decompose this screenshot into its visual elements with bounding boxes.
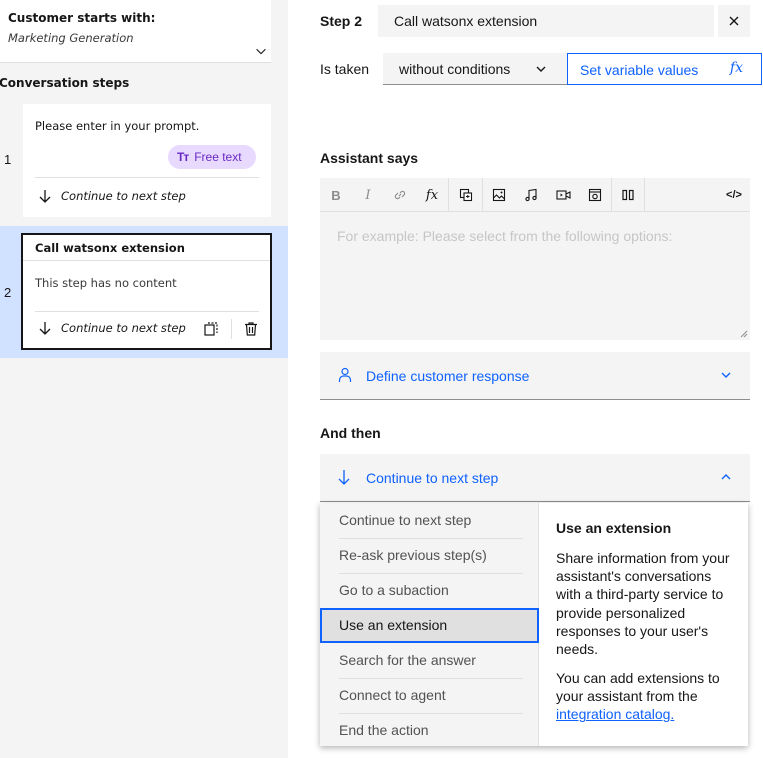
image-button[interactable] bbox=[483, 178, 515, 212]
menu-list: Continue to next step Re-ask previous st… bbox=[320, 503, 539, 746]
link-icon bbox=[394, 190, 406, 200]
dynamic-content-button[interactable] bbox=[450, 178, 482, 212]
menu-item[interactable]: Continue to next step bbox=[320, 503, 539, 538]
chevron-up-icon bbox=[721, 474, 731, 480]
description-text: Share information from your assistant's … bbox=[556, 550, 730, 658]
assistant-says-textarea[interactable]: For example: Please select from the foll… bbox=[320, 212, 750, 340]
divider bbox=[339, 538, 523, 539]
menu-item[interactable]: Connect to agent bbox=[320, 678, 539, 713]
description-title: Use an extension bbox=[556, 520, 672, 536]
dynamic-content-icon bbox=[459, 188, 473, 202]
iframe-icon bbox=[588, 188, 602, 202]
italic-button[interactable]: I bbox=[352, 178, 384, 212]
and-then-value: Continue to next step bbox=[366, 470, 499, 486]
image-icon bbox=[492, 188, 506, 202]
step-number: 1 bbox=[4, 152, 12, 167]
chevron-down-icon bbox=[721, 372, 731, 378]
step-card-1[interactable]: Please enter in your prompt. Tт Free tex… bbox=[23, 104, 271, 217]
text-type-icon: Tт bbox=[177, 150, 189, 164]
continue-step-row: Continue to next step bbox=[39, 321, 186, 335]
duplicate-icon[interactable] bbox=[203, 321, 219, 337]
audio-button[interactable] bbox=[515, 178, 547, 212]
arrow-down-icon bbox=[39, 322, 51, 335]
step-title: Call watsonx extension bbox=[35, 241, 185, 255]
columns-icon bbox=[622, 189, 634, 201]
is-taken-label: Is taken bbox=[320, 61, 370, 77]
menu-item-label: Go to a subaction bbox=[339, 582, 449, 598]
divider bbox=[448, 178, 449, 212]
divider bbox=[231, 319, 232, 339]
customer-starts-card[interactable]: Customer starts with: Marketing Generati… bbox=[0, 0, 271, 63]
divider bbox=[35, 177, 259, 178]
close-icon bbox=[729, 16, 739, 26]
menu-item[interactable]: Search for the answer bbox=[320, 643, 539, 678]
conversation-steps-heading: Conversation steps bbox=[0, 76, 130, 90]
resize-handle-icon[interactable] bbox=[740, 330, 748, 338]
condition-dropdown[interactable]: without conditions bbox=[383, 53, 567, 85]
and-then-menu: Continue to next step Re-ask previous st… bbox=[320, 503, 748, 746]
customer-starts-title: Customer starts with: bbox=[8, 11, 156, 25]
step-number: 2 bbox=[4, 285, 12, 300]
menu-item-label: Continue to next step bbox=[339, 512, 472, 528]
bold-button[interactable]: B bbox=[320, 178, 352, 212]
arrow-down-icon bbox=[39, 190, 51, 203]
integration-catalog-link[interactable]: integration catalog. bbox=[556, 706, 674, 722]
and-then-label: And then bbox=[320, 425, 381, 441]
step-content: This step has no content bbox=[35, 276, 177, 290]
define-customer-response-accordion[interactable]: Define customer response bbox=[320, 352, 750, 400]
divider bbox=[35, 311, 259, 312]
assistant-placeholder: For example: Please select from the foll… bbox=[337, 228, 673, 244]
menu-item[interactable]: Re-ask previous step(s) bbox=[320, 538, 539, 573]
video-button[interactable] bbox=[547, 178, 579, 212]
chip-label: Free text bbox=[194, 150, 242, 164]
code-view-button[interactable]: </> bbox=[718, 178, 750, 212]
arrow-down-icon bbox=[338, 470, 350, 485]
menu-item-label: Search for the answer bbox=[339, 652, 476, 668]
chevron-down-icon[interactable] bbox=[254, 44, 268, 58]
menu-item-label: Use an extension bbox=[339, 617, 448, 633]
options-button[interactable] bbox=[612, 178, 644, 212]
iframe-button[interactable] bbox=[579, 178, 611, 212]
menu-item-label: End the action bbox=[339, 722, 429, 738]
fx-icon: fx bbox=[729, 60, 743, 76]
divider bbox=[23, 260, 270, 261]
video-icon bbox=[555, 190, 571, 200]
music-icon bbox=[525, 188, 537, 202]
menu-item[interactable]: End the action bbox=[320, 713, 539, 748]
set-variable-label: Set variable values bbox=[580, 62, 699, 78]
delete-icon[interactable] bbox=[243, 321, 259, 337]
link-button[interactable] bbox=[384, 178, 416, 212]
free-text-chip: Tт Free text bbox=[168, 145, 256, 169]
step-title-input[interactable]: Call watsonx extension bbox=[378, 5, 714, 37]
menu-item-label: Re-ask previous step(s) bbox=[339, 547, 487, 563]
step-label: Step 2 bbox=[320, 13, 363, 29]
set-variable-values-button[interactable]: Set variable values fx bbox=[567, 53, 762, 85]
continue-label: Continue to next step bbox=[61, 321, 186, 335]
assistant-says-label: Assistant says bbox=[320, 150, 419, 166]
menu-item-selected[interactable]: Use an extension bbox=[320, 608, 539, 643]
divider bbox=[339, 573, 523, 574]
divider bbox=[339, 678, 523, 679]
chevron-down-icon bbox=[536, 66, 546, 72]
customer-starts-value: Marketing Generation bbox=[8, 31, 134, 45]
continue-step-row: Continue to next step bbox=[39, 189, 186, 203]
divider bbox=[644, 178, 645, 212]
condition-value: without conditions bbox=[399, 61, 511, 77]
description-prefix: You can add extensions to your assistant… bbox=[556, 670, 720, 705]
step-prompt: Please enter in your prompt. bbox=[35, 119, 200, 133]
menu-item[interactable]: Go to a subaction bbox=[320, 573, 539, 608]
fx-button[interactable]: fx bbox=[416, 178, 448, 212]
define-customer-response-label: Define customer response bbox=[366, 368, 530, 384]
close-button[interactable] bbox=[718, 5, 750, 37]
continue-label: Continue to next step bbox=[61, 189, 186, 203]
menu-item-label: Connect to agent bbox=[339, 687, 446, 703]
description-text-2: You can add extensions to your assistant… bbox=[556, 669, 738, 724]
divider bbox=[339, 713, 523, 714]
user-icon bbox=[338, 367, 352, 382]
and-then-dropdown[interactable]: Continue to next step bbox=[320, 454, 750, 502]
editor-toolbar: B I fx </> bbox=[320, 178, 750, 212]
left-panel: Customer starts with: Marketing Generati… bbox=[0, 0, 288, 758]
step-card-2[interactable]: Call watsonx extension This step has no … bbox=[21, 233, 272, 350]
